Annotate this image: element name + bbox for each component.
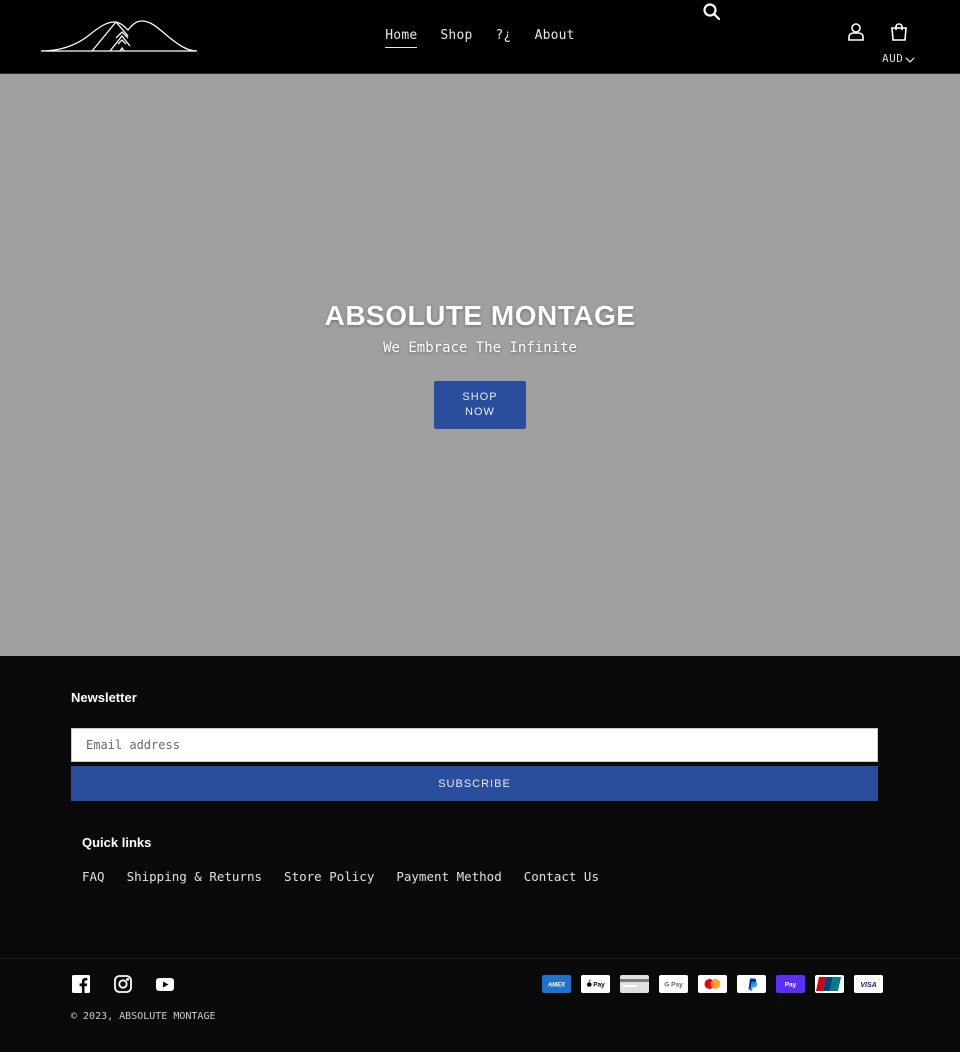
- chevron-down-icon: [905, 57, 915, 63]
- user-icon[interactable]: [846, 22, 866, 42]
- svg-text:AMEX: AMEX: [547, 983, 566, 989]
- footer-divider: [0, 958, 960, 959]
- svg-text:Pay: Pay: [593, 982, 605, 989]
- youtube-icon[interactable]: [155, 974, 175, 994]
- search-icon[interactable]: [702, 2, 722, 22]
- shop-pay-icon: Pay: [776, 975, 805, 993]
- quick-links: FAQ Shipping & Returns Store Policy Paym…: [82, 869, 599, 884]
- nav-home[interactable]: Home: [385, 26, 418, 48]
- svg-text:G Pay: G Pay: [664, 982, 683, 989]
- google-pay-icon: G Pay: [659, 975, 688, 993]
- apple-pay-icon: Pay: [581, 975, 610, 993]
- copyright-text: © 2023, ABSOLUTE MONTAGE: [71, 1011, 216, 1022]
- currency-selector[interactable]: AUD: [882, 52, 915, 65]
- currency-label: AUD: [882, 52, 904, 65]
- site-header: Home Shop ?¿ About AUD: [0, 0, 960, 74]
- shop-now-button[interactable]: SHOP NOW: [434, 381, 526, 429]
- hero-banner: ABSOLUTE MONTAGE We Embrace The Infinite…: [0, 74, 960, 656]
- site-footer: Newsletter SUBSCRIBE Quick links FAQ Shi…: [0, 656, 960, 1052]
- cart-icon[interactable]: [889, 22, 909, 42]
- quick-links-title: Quick links: [82, 835, 152, 850]
- union-pay-icon: [815, 975, 844, 993]
- quick-link-contact[interactable]: Contact Us: [524, 869, 599, 884]
- quick-link-payment[interactable]: Payment Method: [396, 869, 501, 884]
- quick-link-shipping[interactable]: Shipping & Returns: [127, 869, 262, 884]
- nav-about[interactable]: About: [535, 26, 575, 48]
- nav-question[interactable]: ?¿: [496, 26, 512, 48]
- quick-link-store-policy[interactable]: Store Policy: [284, 869, 374, 884]
- social-links: [71, 974, 175, 994]
- nav-shop[interactable]: Shop: [440, 26, 472, 48]
- hero-title: ABSOLUTE MONTAGE: [324, 300, 636, 331]
- paypal-icon: [737, 975, 766, 993]
- generic-card-icon: [620, 975, 649, 993]
- facebook-icon[interactable]: [71, 974, 91, 994]
- payment-icons: AMEX Pay G Pay Pay VISA: [542, 975, 883, 993]
- quick-link-faq[interactable]: FAQ: [82, 869, 105, 884]
- main-nav: Home Shop ?¿ About: [0, 26, 960, 48]
- amex-icon: AMEX: [542, 975, 571, 993]
- subscribe-button[interactable]: SUBSCRIBE: [71, 766, 878, 801]
- visa-icon: VISA: [854, 975, 883, 993]
- newsletter-title: Newsletter: [71, 690, 137, 705]
- svg-text:VISA: VISA: [860, 982, 876, 989]
- hero-subtitle: We Embrace The Infinite: [383, 340, 577, 356]
- instagram-icon[interactable]: [113, 974, 133, 994]
- mastercard-icon: [698, 975, 727, 993]
- email-input[interactable]: [71, 728, 878, 762]
- svg-text:Pay: Pay: [785, 982, 797, 989]
